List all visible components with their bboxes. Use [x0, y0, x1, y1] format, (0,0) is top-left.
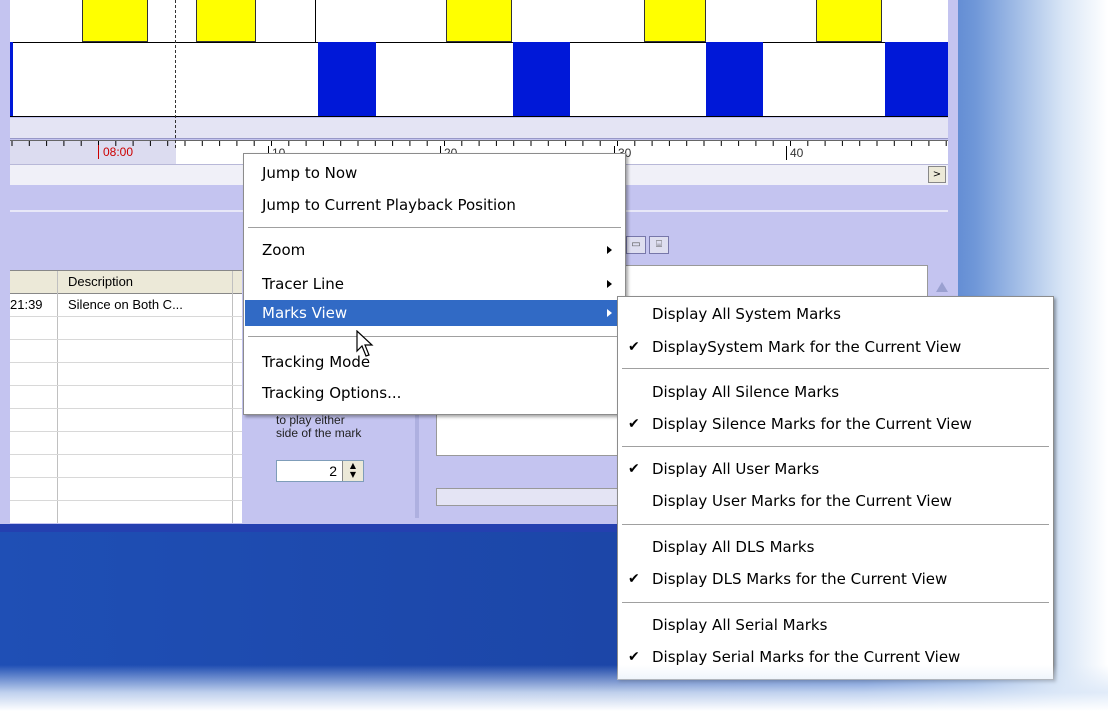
checkmark-icon: ✔: [628, 649, 640, 665]
track-block-blue: [885, 42, 948, 116]
track-block-blue: [706, 42, 763, 116]
ruler-ticks: [11, 141, 947, 146]
ruler-label-current: 08:00: [98, 145, 133, 159]
track-divider: [10, 42, 948, 43]
table-row[interactable]: [10, 363, 242, 386]
submenu-arrow-icon: [607, 246, 612, 254]
context-menu: Jump to Now Jump to Current Playback Pos…: [243, 153, 626, 415]
submenu-item-label: Display All User Marks: [652, 460, 820, 478]
menu-separator: [248, 336, 621, 337]
submenu-item[interactable]: ✔ Display Silence Marks for the Current V…: [619, 411, 1052, 437]
scroll-up-icon[interactable]: [936, 282, 948, 292]
submenu-item[interactable]: ✔ DisplaySystem Mark for the Current View: [619, 334, 1052, 360]
menu-item-zoom[interactable]: Zoom: [245, 237, 624, 263]
menu-separator: [248, 227, 621, 228]
spinner-value: 2: [329, 463, 337, 479]
table-row[interactable]: [10, 478, 242, 501]
table-row[interactable]: [10, 340, 242, 363]
toolbar-icon[interactable]: ⌸: [649, 236, 669, 254]
menu-separator: [622, 446, 1049, 447]
table-row[interactable]: [10, 409, 242, 432]
submenu-item-label: DisplaySystem Mark for the Current View: [652, 338, 962, 356]
checkmark-icon: ✔: [628, 571, 640, 587]
track-block-blue: [10, 42, 13, 116]
submenu-arrow-icon: [607, 280, 612, 288]
menu-separator: [622, 602, 1049, 603]
submenu-item[interactable]: Display All DLS Marks: [619, 534, 1052, 560]
timeline-band: [10, 118, 948, 139]
column-header-description[interactable]: Description: [68, 274, 133, 289]
cell-description: Silence on Both C...: [68, 297, 183, 312]
spinner-arrows[interactable]: ▲ ▼: [342, 461, 363, 481]
menu-item-label: Zoom: [262, 241, 306, 259]
track-block-yellow: [816, 0, 882, 42]
submenu-item-label: Display User Marks for the Current View: [652, 492, 953, 510]
submenu-item-label: Display All Serial Marks: [652, 616, 828, 634]
menu-item-jump-to-playback[interactable]: Jump to Current Playback Position: [245, 192, 624, 218]
submenu-item[interactable]: Display User Marks for the Current View: [619, 488, 1052, 514]
track-block-yellow: [446, 0, 512, 42]
submenu-item-label: Display Serial Marks for the Current Vie…: [652, 648, 961, 666]
help-text: side of the mark: [276, 426, 362, 440]
menu-separator: [622, 524, 1049, 525]
menu-item-label: Jump to Now: [262, 164, 358, 182]
track-block-blue: [318, 42, 376, 116]
track-block-blue: [513, 42, 570, 116]
timeline-track[interactable]: [10, 0, 948, 117]
table-header: Description: [10, 271, 242, 294]
menu-item-label: Marks View: [262, 304, 348, 322]
cell-time: 21:39: [10, 297, 43, 312]
scroll-right-button[interactable]: >: [928, 166, 946, 183]
checkmark-icon: ✔: [628, 461, 640, 477]
submenu-item-label: Display Silence Marks for the Current Vi…: [652, 415, 972, 433]
screenshot-frame: 08:00 10 20 30 40 > ▭⌸ Description 21:39…: [0, 0, 1108, 711]
submenu-item-label: Display All System Marks: [652, 305, 841, 323]
text-box[interactable]: [436, 410, 628, 456]
track-block-yellow: [82, 0, 148, 42]
table-row[interactable]: [10, 455, 242, 478]
menu-item-tracer-line[interactable]: Tracer Line: [245, 271, 624, 297]
table-row[interactable]: 21:39 Silence on Both C...: [10, 294, 242, 317]
marks-view-submenu: Display All System Marks ✔ DisplaySystem …: [617, 296, 1054, 680]
checkmark-icon: ✔: [628, 339, 640, 355]
submenu-arrow-icon: [607, 309, 612, 317]
submenu-item[interactable]: Display All Silence Marks: [619, 379, 1052, 405]
submenu-item[interactable]: ✔ Display Serial Marks for the Current Vi…: [619, 644, 1052, 670]
menu-item-marks-view[interactable]: Marks View: [245, 300, 624, 326]
track-block-yellow: [644, 0, 706, 42]
vertical-splitter[interactable]: [415, 410, 419, 518]
menu-item-label: Tracking Mode: [262, 353, 371, 371]
submenu-item[interactable]: Display All Serial Marks: [619, 612, 1052, 638]
submenu-item[interactable]: ✔ Display All User Marks: [619, 456, 1052, 482]
menu-item-label: Jump to Current Playback Position: [262, 196, 516, 214]
submenu-item[interactable]: Display All System Marks: [619, 301, 1052, 327]
table-row[interactable]: [10, 432, 242, 455]
menu-item-tracking-mode[interactable]: Tracking Mode: [245, 349, 624, 375]
seconds-spinner[interactable]: 2 ▲ ▼: [276, 460, 364, 482]
ruler-label: 40: [786, 146, 803, 160]
marks-table[interactable]: Description 21:39 Silence on Both C...: [10, 270, 242, 523]
menu-item-label: Tracking Options...: [262, 384, 402, 402]
toolbar-icon[interactable]: ▭: [626, 236, 646, 254]
submenu-item-label: Display All DLS Marks: [652, 538, 815, 556]
submenu-item-label: Display All Silence Marks: [652, 383, 840, 401]
mouse-pointer-icon: [356, 330, 374, 357]
menu-item-tracking-options[interactable]: Tracking Options...: [245, 380, 624, 406]
submenu-item[interactable]: ✔ Display DLS Marks for the Current View: [619, 566, 1052, 592]
tracer-line: [175, 0, 176, 148]
toolbar-icons: ▭ ⌸: [626, 232, 672, 254]
progress-box: [436, 488, 628, 506]
track-tick: [315, 0, 316, 42]
menu-separator: [622, 368, 1049, 369]
menu-item-jump-to-now[interactable]: Jump to Now: [245, 160, 624, 186]
table-row[interactable]: [10, 317, 242, 340]
table-row[interactable]: [10, 386, 242, 409]
submenu-item-label: Display DLS Marks for the Current View: [652, 570, 948, 588]
checkmark-icon: ✔: [628, 416, 640, 432]
menu-item-label: Tracer Line: [262, 275, 344, 293]
track-block-yellow: [196, 0, 256, 42]
